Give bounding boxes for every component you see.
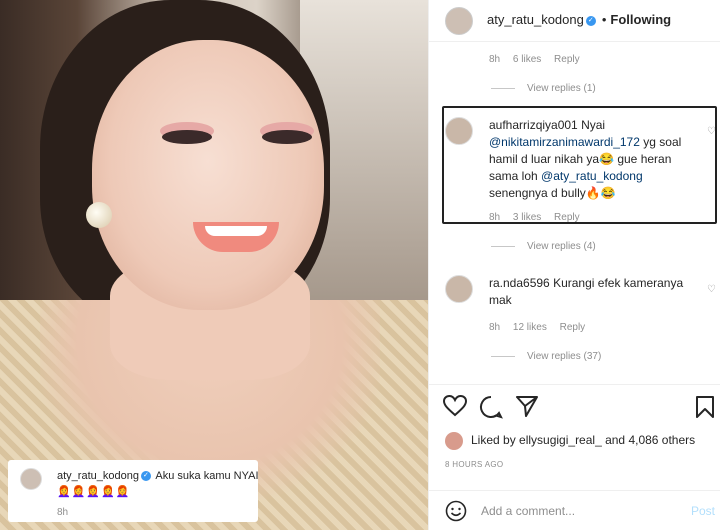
replies-divider <box>491 245 515 247</box>
reply-button[interactable]: Reply <box>560 322 586 333</box>
liker-username[interactable]: ellysugigi_real_ <box>519 433 602 447</box>
photo-right-eye <box>262 130 312 144</box>
add-comment-bar: Add a comment... Post <box>429 490 720 530</box>
share-icon[interactable] <box>515 395 539 417</box>
photo-earring <box>86 202 112 228</box>
comment-avatar[interactable] <box>445 275 473 303</box>
view-replies-label: View replies (4) <box>527 241 596 252</box>
comment-like-heart-icon[interactable]: ♡ <box>707 284 717 295</box>
caption-username[interactable]: aty_ratu_kodong <box>57 470 139 482</box>
caption-time[interactable]: 8h <box>57 507 68 518</box>
photo-left-eye <box>162 130 212 144</box>
view-replies-button[interactable]: View replies (1) <box>491 83 596 94</box>
comment-icon[interactable] <box>479 395 503 419</box>
likes-summary: Liked by ellysugigi_real_ and 4,086 othe… <box>445 432 695 450</box>
caption-emoji: 👩‍🦰👩‍🦰👩‍🦰👩‍🦰👩‍🦰 <box>57 486 131 498</box>
post-photo[interactable]: aty_ratu_kodong ✓ Aku suka kamu NYAI 👩‍🦰👩… <box>0 0 428 530</box>
verified-icon: ✓ <box>140 471 151 482</box>
header-username[interactable]: aty_ratu_kodong <box>487 12 584 27</box>
emoji-icon[interactable] <box>445 500 467 522</box>
comment-likes[interactable]: 12 likes <box>513 322 547 333</box>
header-separator: • <box>601 12 607 27</box>
highlighted-comment-frame <box>442 106 717 224</box>
header-avatar[interactable] <box>445 7 473 35</box>
comment-time[interactable]: 8h <box>489 54 500 65</box>
photo-face <box>92 40 324 310</box>
verified-icon: ✓ <box>585 15 596 26</box>
reply-button[interactable]: Reply <box>554 54 580 65</box>
liker-avatar[interactable] <box>445 432 463 450</box>
caption-overlay: aty_ratu_kodong ✓ Aku suka kamu NYAI 👩‍🦰👩… <box>8 460 259 522</box>
heart-icon[interactable] <box>443 395 467 417</box>
view-replies-button[interactable]: View replies (37) <box>491 351 601 362</box>
add-comment-input[interactable]: Add a comment... <box>481 504 575 518</box>
following-button[interactable]: Following <box>610 12 671 27</box>
caption-avatar[interactable] <box>20 468 42 490</box>
comments-panel: aty_ratu_kodong ✓ • Following 8h 6 likes Re… <box>428 0 720 530</box>
view-replies-label: View replies (37) <box>527 351 602 362</box>
comment-likes[interactable]: 6 likes <box>513 54 541 65</box>
post-comment-button[interactable]: Post <box>691 504 715 518</box>
comment-username[interactable]: ra.nda6596 <box>489 276 550 290</box>
comment-text: ra.nda6596 Kurangi efek kameranya mak <box>489 275 699 309</box>
likes-prefix: Liked by <box>471 433 520 448</box>
header-user-line: aty_ratu_kodong ✓ • Following <box>487 12 671 27</box>
bookmark-icon[interactable] <box>695 395 715 419</box>
comment-meta-top: 8h 6 likes Reply <box>489 54 590 65</box>
caption-text: Aku suka kamu NYAI <box>155 470 259 482</box>
comment-meta: 8h 12 likes Reply <box>489 322 595 333</box>
comment-time[interactable]: 8h <box>489 322 500 333</box>
caption-line: aty_ratu_kodong ✓ Aku suka kamu NYAI <box>57 470 259 482</box>
view-replies-button[interactable]: View replies (4) <box>491 241 596 252</box>
post-time-ago[interactable]: 8 HOURS AGO <box>445 460 503 469</box>
likes-others[interactable]: and 4,086 others <box>602 433 695 447</box>
post-header: aty_ratu_kodong ✓ • Following <box>429 0 720 42</box>
replies-divider <box>491 355 515 357</box>
post-actions <box>429 384 720 428</box>
view-replies-label: View replies (1) <box>527 83 596 94</box>
replies-divider <box>491 87 515 89</box>
